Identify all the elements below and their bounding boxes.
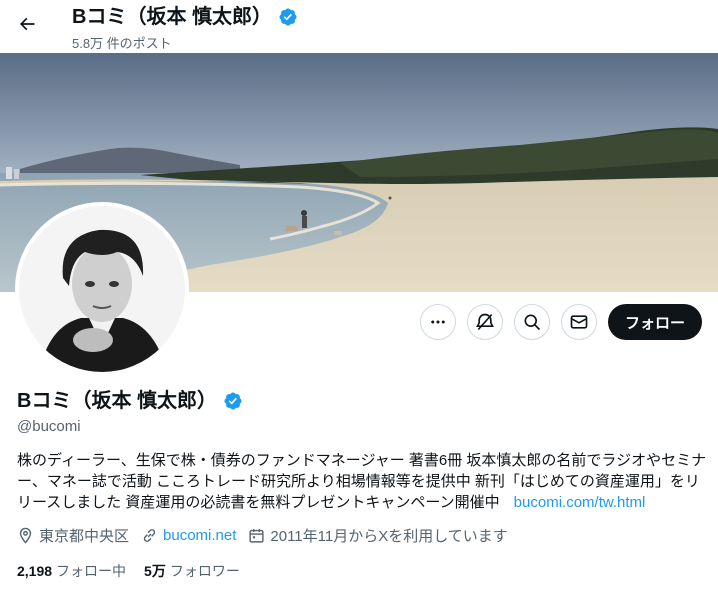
location-text: 東京都中央区	[39, 528, 130, 545]
search-button[interactable]	[513, 304, 550, 340]
website-link[interactable]: bucomi.net	[163, 527, 236, 544]
profile-stats: 2,198 フォロー中 5万 フォロワー	[17, 561, 258, 581]
more-button[interactable]	[419, 304, 456, 340]
website-item: bucomi.net	[141, 527, 236, 544]
top-bar: Bコミ（坂本 慎太郎） 5.8万 件のポスト	[0, 0, 718, 53]
joined-item: 2011年11月からXを利用しています	[248, 525, 508, 546]
notification-bell-icon	[476, 313, 494, 331]
location-item: 東京都中央区	[17, 525, 129, 546]
profile-actions: フォロー	[419, 304, 702, 340]
profile-avatar[interactable]	[15, 202, 189, 376]
following-label: フォロー中	[56, 563, 127, 579]
header-name: Bコミ（坂本 慎太郎）	[72, 6, 272, 28]
more-icon	[431, 320, 445, 324]
profile-meta: 東京都中央区 bucomi.net 2011年11月からXを利用しています	[17, 525, 520, 546]
following-count: 2,198	[17, 563, 53, 579]
followers-count: 5万	[144, 563, 166, 579]
followers-label: フォロワー	[169, 563, 240, 579]
bio-link[interactable]: bucomi.com/tw.html	[514, 494, 646, 511]
followers-link[interactable]: 5万 フォロワー	[144, 561, 240, 581]
post-count: 5.8万 件のポスト	[72, 36, 172, 51]
profile-name: Bコミ（坂本 慎太郎）	[17, 388, 243, 414]
profile-display-name: Bコミ（坂本 慎太郎）	[17, 390, 217, 412]
joined-text: 2011年11月からXを利用しています	[270, 528, 508, 545]
following-link[interactable]: 2,198 フォロー中	[17, 561, 126, 581]
calendar-icon	[249, 529, 264, 543]
profile-handle: @bucomi	[17, 418, 81, 435]
profile-bio: 株のディーラー、生保で株・債券のファンドマネージャー 著書6冊 坂本慎太郎の名前…	[17, 450, 707, 513]
location-pin-icon	[19, 527, 32, 544]
follow-button[interactable]: フォロー	[607, 304, 702, 340]
arrow-left-icon	[19, 17, 35, 31]
verified-badge-icon	[278, 7, 298, 27]
message-button[interactable]	[560, 304, 597, 340]
notify-button[interactable]	[466, 304, 503, 340]
header-title: Bコミ（坂本 慎太郎）	[72, 4, 298, 30]
mail-icon	[570, 315, 588, 329]
link-icon	[143, 529, 156, 542]
search-icon	[524, 314, 541, 331]
verified-badge-icon[interactable]	[223, 391, 243, 411]
back-button[interactable]	[10, 7, 44, 41]
